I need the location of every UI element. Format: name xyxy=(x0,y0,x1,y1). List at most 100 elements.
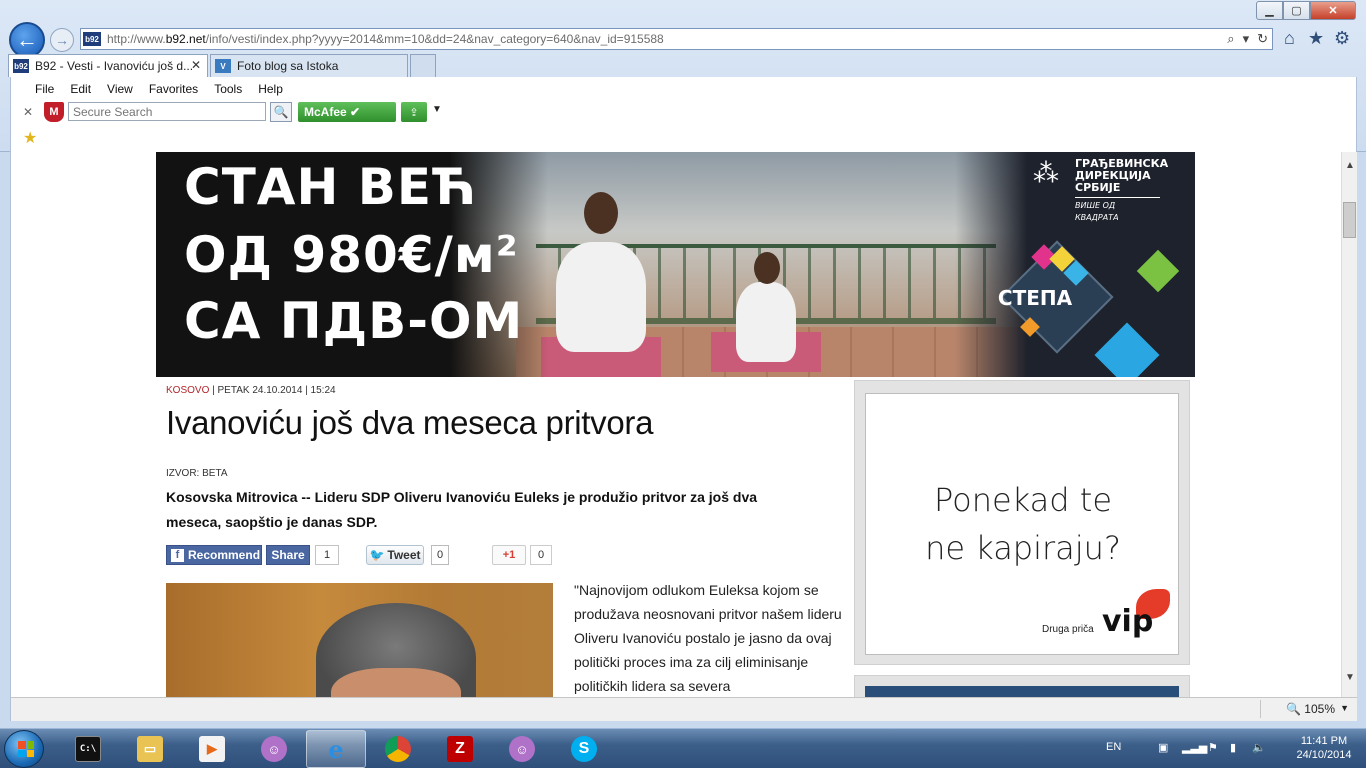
refresh-icon[interactable]: ↻ xyxy=(1257,31,1268,47)
zoom-level[interactable]: 🔍 105% xyxy=(1286,702,1335,716)
yahoo-messenger-icon: ☺ xyxy=(261,736,287,762)
url-prefix: http://www. xyxy=(107,32,166,46)
article: KOSOVO | PETAK 24.10.2014 | 15:24 Ivanov… xyxy=(166,385,846,697)
clock-date: 24/10/2014 xyxy=(1296,749,1352,761)
url-text[interactable]: http://www.b92.net/info/vesti/index.php?… xyxy=(107,32,664,46)
google-plus-count: 0 xyxy=(530,545,552,565)
status-divider xyxy=(1260,700,1261,718)
twitter-bird-icon: 🐦 xyxy=(369,548,385,562)
share-tool-icon[interactable]: ⇪ xyxy=(401,102,427,122)
mcafee-shield-icon: M xyxy=(44,102,64,122)
facebook-icon: f xyxy=(171,548,184,562)
article-date: | PETAK 24.10.2014 | 15:24 xyxy=(209,385,336,396)
menu-bar: File Edit View Favorites Tools Help xyxy=(27,82,291,96)
search-go-button[interactable]: 🔍 xyxy=(270,102,292,122)
taskbar-filezilla[interactable]: Z xyxy=(430,730,490,768)
menu-favorites[interactable]: Favorites xyxy=(141,82,206,96)
menu-file[interactable]: File xyxy=(27,82,62,96)
minimize-button[interactable]: ▁ xyxy=(1256,1,1283,20)
home-icon[interactable]: ⌂ xyxy=(1284,28,1295,49)
tab-label: Foto blog sa Istoka xyxy=(237,59,339,73)
favorites-icon[interactable]: ★ xyxy=(1308,28,1324,49)
command-prompt-icon: C:\ xyxy=(75,736,101,762)
facebook-count: 1 xyxy=(315,545,339,565)
ad-brand-tagline: Druga priča xyxy=(1042,624,1094,635)
zoom-icon: 🔍 xyxy=(1286,702,1301,716)
banner-ad[interactable]: СТАН ВЕЋ ОД 980€/м² СА ПДВ-ОМ ⁂ ГРАЂЕВИН… xyxy=(156,152,1195,377)
back-button[interactable]: ← xyxy=(9,22,45,58)
taskbar-yahoo-messenger-2[interactable]: ☺ xyxy=(492,730,552,768)
mcafee-label: McAfee xyxy=(304,105,347,119)
taskbar-skype[interactable]: S xyxy=(554,730,614,768)
chrome-icon xyxy=(385,736,411,762)
forward-button[interactable]: → xyxy=(50,28,74,52)
browser-chrome: ← → b92 http://www.b92.net/info/vesti/in… xyxy=(0,0,1366,152)
dropdown-icon[interactable]: ▾ xyxy=(1243,31,1250,47)
chevron-down-icon[interactable]: ▼ xyxy=(432,104,442,115)
gds-line-3: СРБИЈЕ xyxy=(1075,181,1121,194)
tab-foto-blog[interactable]: V Foto blog sa Istoka xyxy=(210,54,408,77)
menu-edit[interactable]: Edit xyxy=(62,82,99,96)
toolbars: File Edit View Favorites Tools Help ✕ M … xyxy=(10,77,1357,152)
sidebar-box-content xyxy=(865,686,1179,697)
new-tab-button[interactable] xyxy=(410,54,436,77)
volume-icon[interactable]: 🔈 xyxy=(1252,741,1266,754)
google-plus-button[interactable]: +1 xyxy=(492,545,526,565)
zoom-value: 105% xyxy=(1304,702,1335,716)
scroll-thumb[interactable] xyxy=(1343,202,1356,238)
taskbar: C:\ ▭ ▶ ☺ e Z ☺ S EN ▣ ▂▃▅ ⚑ ▮ 🔈 11:41 P… xyxy=(0,728,1366,768)
vertical-scrollbar[interactable]: ▲ ▼ xyxy=(1341,152,1357,697)
close-window-button[interactable]: ✕ xyxy=(1310,1,1356,20)
article-meta: KOSOVO | PETAK 24.10.2014 | 15:24 xyxy=(166,385,846,396)
menu-view[interactable]: View xyxy=(99,82,141,96)
scroll-down-arrow-icon[interactable]: ▼ xyxy=(1345,672,1355,683)
banner-woman-head xyxy=(584,192,618,234)
facebook-share-button[interactable]: Share xyxy=(266,545,310,565)
menu-help[interactable]: Help xyxy=(250,82,291,96)
ad-slogan-line-2: ne kapiraju? xyxy=(925,529,1121,567)
address-bar[interactable]: b92 http://www.b92.net/info/vesti/index.… xyxy=(80,28,1273,50)
site-favicon: b92 xyxy=(83,32,101,46)
stepa-logo-text: СТЕПА xyxy=(997,286,1073,310)
banner-headline-2: ОД 980€/м² xyxy=(184,226,519,284)
menu-tools[interactable]: Tools xyxy=(206,82,250,96)
facebook-recommend-button[interactable]: f Recommend xyxy=(166,545,262,565)
secure-search-input[interactable] xyxy=(68,102,266,121)
recommend-label: Recommend xyxy=(188,548,261,562)
scroll-up-arrow-icon[interactable]: ▲ xyxy=(1345,160,1355,171)
status-bar: 🔍 105% ▼ xyxy=(10,697,1357,721)
tweet-label: Tweet xyxy=(387,548,421,562)
network-status-icon[interactable]: ▣ xyxy=(1158,741,1168,754)
add-favorites-icon[interactable]: ★ xyxy=(23,128,37,148)
gear-icon[interactable]: ⚙ xyxy=(1334,28,1350,49)
battery-icon[interactable]: ▮ xyxy=(1230,741,1236,754)
taskbar-yahoo-messenger[interactable]: ☺ xyxy=(244,730,304,768)
category-link[interactable]: KOSOVO xyxy=(166,385,209,396)
taskbar-internet-explorer[interactable]: e xyxy=(306,730,366,768)
tab-label: B92 - Vesti - Ivanoviću još d... xyxy=(35,59,194,73)
search-icon[interactable]: ⌕ xyxy=(1227,31,1234,47)
chevron-down-icon[interactable]: ▼ xyxy=(1340,703,1349,713)
toolbar-close-icon[interactable]: ✕ xyxy=(23,105,33,119)
sidebar-ad[interactable]: Ponekad te ne kapiraju? Druga priča vip xyxy=(865,393,1179,655)
tweet-button[interactable]: 🐦 Tweet xyxy=(366,545,424,565)
start-button[interactable] xyxy=(4,730,44,768)
article-source: IZVOR: BETA xyxy=(166,468,228,479)
language-indicator[interactable]: EN xyxy=(1106,741,1121,753)
flag-icon[interactable]: ⚑ xyxy=(1208,741,1218,754)
taskbar-explorer[interactable]: ▭ xyxy=(120,730,180,768)
maximize-button[interactable]: ▢ xyxy=(1283,1,1310,20)
system-clock[interactable]: 11:41 PM 24/10/2014 xyxy=(1284,734,1364,762)
signal-icon[interactable]: ▂▃▅ xyxy=(1182,741,1207,754)
taskbar-media-player[interactable]: ▶ xyxy=(182,730,242,768)
folder-icon: ▭ xyxy=(137,736,163,762)
ad-slogan-line-1: Ponekad te xyxy=(934,481,1112,519)
tab-b92[interactable]: b92 B92 - Vesti - Ivanoviću još d... ✕ xyxy=(8,54,208,77)
taskbar-chrome[interactable] xyxy=(368,730,428,768)
article-body: "Najnovijom odlukom Euleksa kojom se pro… xyxy=(574,582,842,694)
windows-logo-icon xyxy=(18,741,34,757)
article-title: Ivanoviću još dva meseca pritvora xyxy=(166,404,654,441)
mcafee-button[interactable]: McAfee ✔ xyxy=(298,102,396,122)
close-tab-icon[interactable]: ✕ xyxy=(191,58,201,72)
taskbar-cmd[interactable]: C:\ xyxy=(58,730,118,768)
